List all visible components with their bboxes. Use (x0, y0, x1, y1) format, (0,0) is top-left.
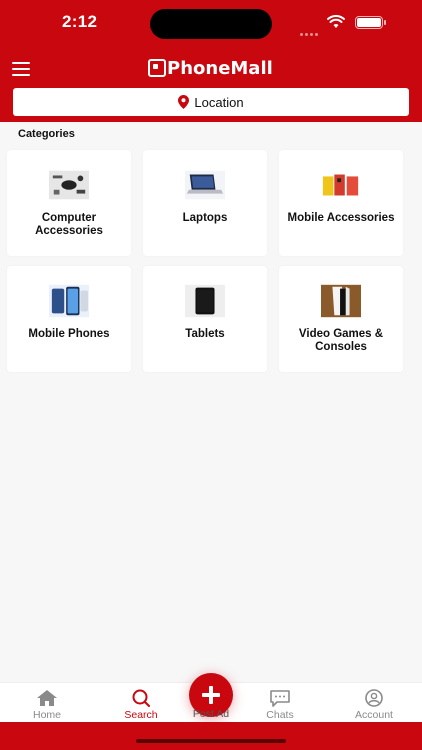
category-card-tablets[interactable]: Tablets (143, 266, 267, 372)
tab-account-label: Account (355, 709, 393, 721)
menu-icon[interactable] (12, 62, 30, 76)
tab-search-label: Search (124, 709, 158, 721)
brand-logo: PhoneMall (148, 57, 273, 79)
home-icon (37, 690, 57, 706)
categories-heading: Categories (18, 128, 75, 140)
mobile-phone-thumb (49, 284, 89, 318)
tablet-thumb (185, 284, 225, 318)
dynamic-island (150, 9, 272, 39)
tab-account[interactable]: Account (339, 687, 409, 721)
category-card-mobile-accessories[interactable]: Mobile Accessories (279, 150, 403, 256)
bottom-safe-area (0, 722, 422, 750)
category-label: Video Games & Consoles (298, 328, 384, 353)
status-bar: 2:12 (0, 0, 422, 46)
laptop-thumb (185, 168, 225, 202)
tab-chats-label: Chats (266, 709, 294, 721)
category-label: Mobile Accessories (287, 212, 395, 224)
tab-chats[interactable]: Chats (245, 687, 315, 721)
category-label: Laptops (182, 212, 228, 224)
plus-icon (202, 686, 220, 704)
console-thumb (321, 284, 361, 318)
post-ad-label: Post Ad (192, 708, 230, 720)
account-icon (365, 689, 383, 707)
mobile-accessories-thumb (321, 168, 361, 202)
search-icon (132, 689, 150, 707)
app-header: 2:12 PhoneMall Location (0, 0, 422, 122)
status-time: 2:12 (62, 12, 98, 31)
home-indicator[interactable] (136, 739, 286, 743)
category-card-laptops[interactable]: Laptops (143, 150, 267, 256)
location-button[interactable]: Location (13, 88, 409, 116)
battery-icon (355, 16, 386, 29)
category-card-mobile-phones[interactable]: Mobile Phones (7, 266, 131, 372)
category-label: Mobile Phones (28, 328, 110, 340)
category-card-video-games[interactable]: Video Games & Consoles (279, 266, 403, 372)
location-pin-icon (178, 95, 190, 109)
tab-search[interactable]: Search (106, 687, 176, 721)
computer-accessories-thumb (49, 168, 89, 202)
brand-name: PhoneMall (167, 57, 273, 79)
wifi-icon (327, 15, 345, 34)
signal-icon (300, 23, 320, 41)
category-label: Computer Accessories (35, 212, 103, 237)
chat-icon (270, 690, 290, 707)
tab-home[interactable]: Home (12, 687, 82, 721)
location-label: Location (194, 94, 244, 110)
tab-home-label: Home (32, 709, 61, 721)
category-label: Tablets (185, 328, 225, 340)
logo-mark-icon (148, 59, 166, 77)
category-card-computer-accessories[interactable]: Computer Accessories (7, 150, 131, 256)
